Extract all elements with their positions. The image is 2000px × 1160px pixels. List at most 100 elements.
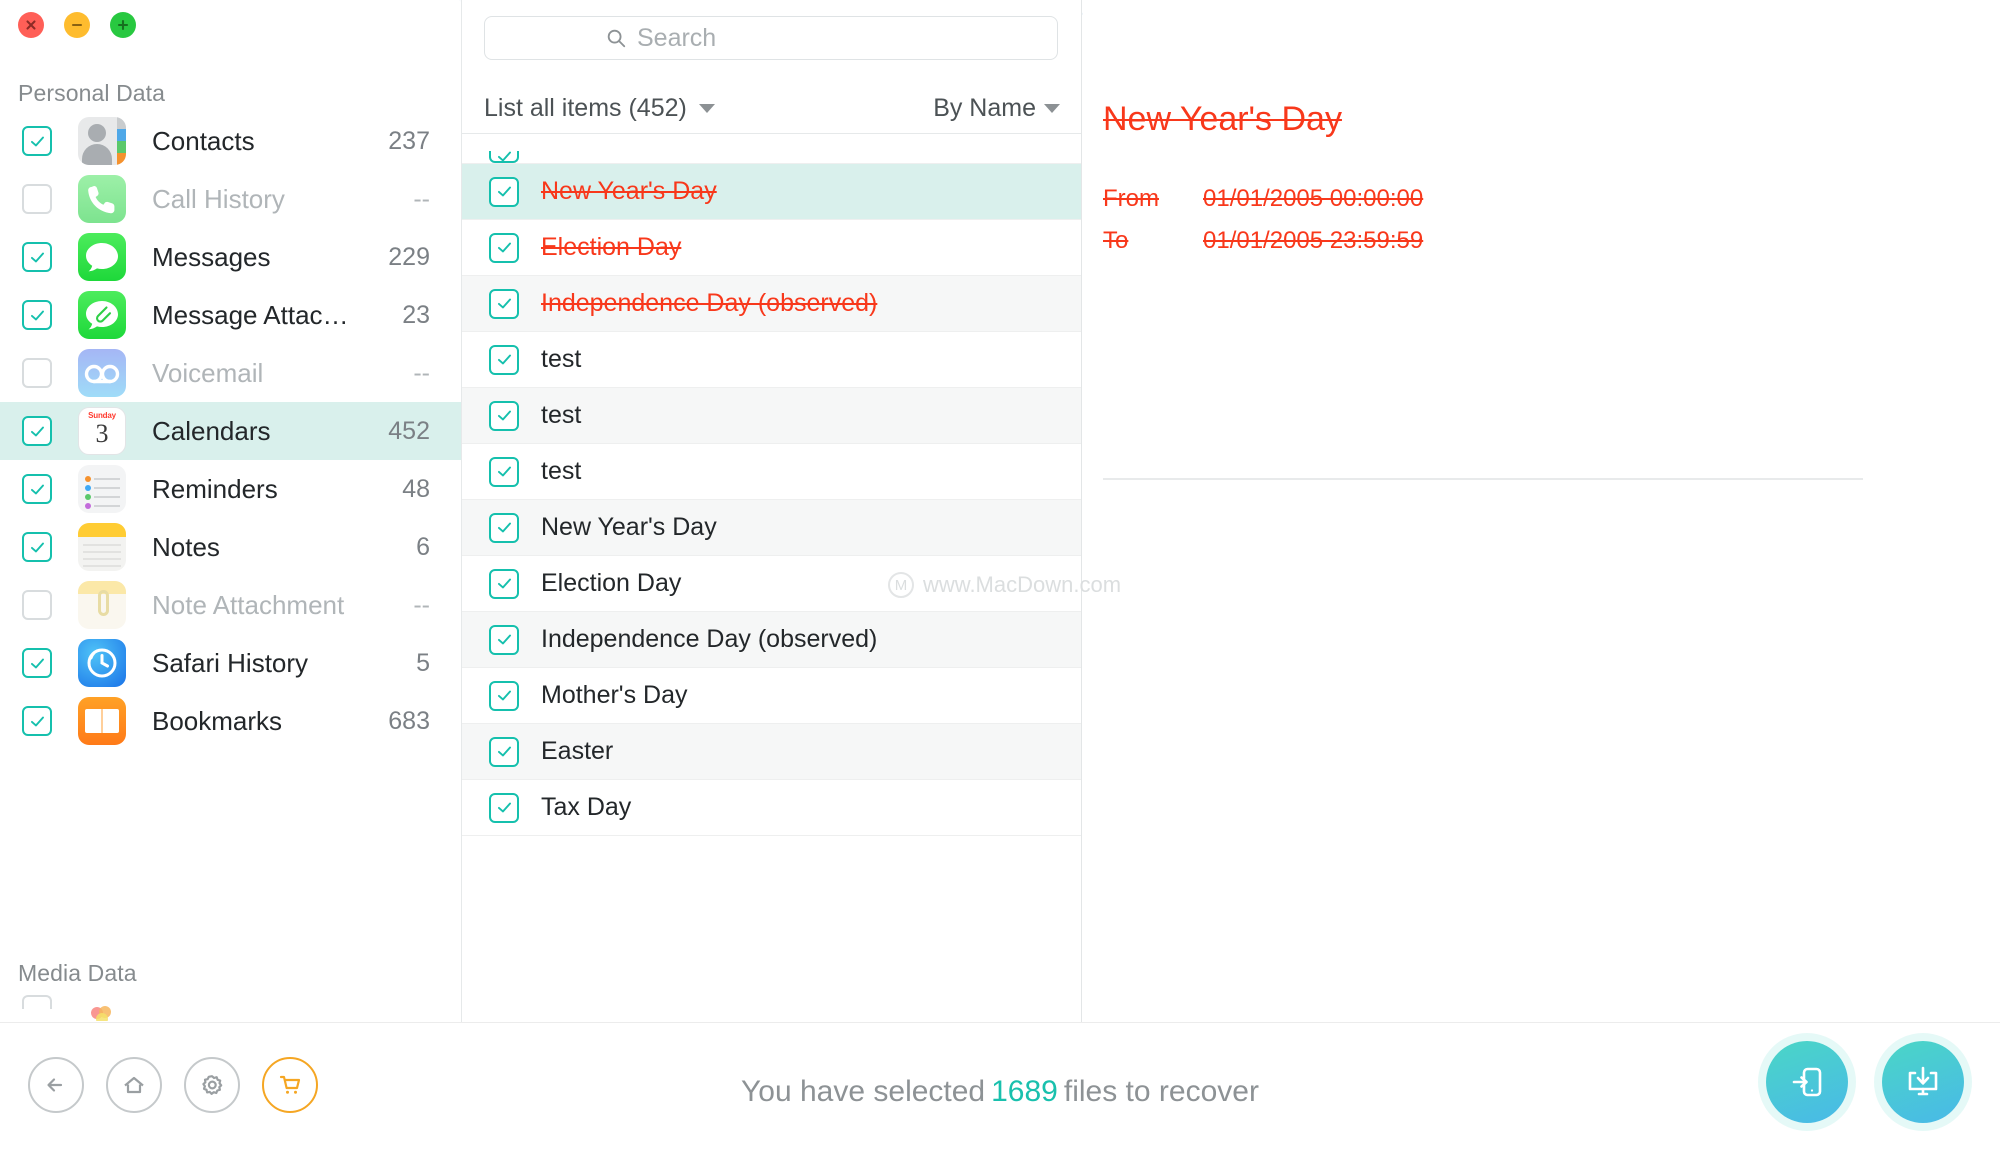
search-box[interactable] (484, 16, 1058, 60)
cart-button[interactable] (262, 1057, 318, 1113)
checkbox[interactable] (489, 680, 519, 711)
checkbox[interactable] (22, 648, 52, 678)
list-item[interactable]: Election Day (462, 220, 1081, 276)
recover-to-device-button[interactable] (1766, 1041, 1848, 1123)
checkbox[interactable] (489, 232, 519, 263)
sidebar-item-count: 452 (388, 416, 430, 445)
checkbox[interactable] (22, 184, 52, 214)
detail-field-row: From 01/01/2005 00:00:00 (1103, 178, 1843, 220)
recover-to-computer-button[interactable] (1882, 1041, 1964, 1123)
list-item-label: Tax Day (541, 793, 632, 821)
sidebar-item-messages[interactable]: Messages 229 (0, 228, 461, 286)
list-filter-dropdown[interactable]: List all items (452) (484, 94, 715, 123)
sidebar-item-count: -- (413, 358, 430, 387)
list-item[interactable]: New Year's Day (462, 500, 1081, 556)
contacts-icon (78, 117, 126, 165)
list-item[interactable]: New Year's Day (462, 164, 1081, 220)
list-item[interactable]: Election Day (462, 556, 1081, 612)
checkbox[interactable] (22, 126, 52, 156)
sidebar-item-bookmarks[interactable]: Bookmarks 683 (0, 692, 461, 750)
items-list: New Year's Day Election Day Independence D… (462, 134, 1081, 1022)
close-button[interactable] (18, 12, 44, 38)
list-item-label: Election Day (541, 233, 682, 261)
checkbox[interactable] (22, 416, 52, 446)
bottom-left-buttons (28, 1057, 318, 1113)
sidebar-item-label: Notes (152, 531, 220, 562)
items-panel: List all items (452) By Name New Year's … (462, 0, 1082, 1022)
sidebar-group-media-data: Media Data (18, 960, 137, 986)
list-item[interactable]: Independence Day (observed) (462, 612, 1081, 668)
list-item[interactable]: test (462, 444, 1081, 500)
list-item[interactable]: Mother's Day (462, 668, 1081, 724)
checkbox[interactable] (22, 706, 52, 736)
back-button[interactable] (28, 1057, 84, 1113)
home-button[interactable] (106, 1057, 162, 1113)
sidebar-item-note-attachment[interactable]: Note Attachment -- (0, 576, 461, 634)
checkbox[interactable] (22, 358, 52, 388)
list-item[interactable] (462, 134, 1081, 164)
list-item-label: Mother's Day (541, 681, 688, 709)
sidebar-item-reminders[interactable]: Reminders 48 (0, 460, 461, 518)
sidebar-item-label: Message Attac… (152, 299, 349, 330)
sidebar-item-safari-history[interactable]: Safari History 5 (0, 634, 461, 692)
list-item-label: test (541, 345, 582, 373)
checkbox[interactable] (489, 792, 519, 823)
sidebar-item-notes[interactable]: Notes 6 (0, 518, 461, 576)
checkbox[interactable] (489, 151, 519, 163)
detail-field-value: 01/01/2005 23:59:59 (1203, 227, 1424, 254)
sidebar-item-label: Bookmarks (152, 705, 283, 736)
list-item[interactable]: Easter (462, 724, 1081, 780)
shopping-cart-icon (279, 1075, 301, 1094)
checkbox[interactable] (22, 474, 52, 504)
sidebar-item-count: 5 (416, 648, 430, 677)
checkbox[interactable] (489, 568, 519, 599)
list-item[interactable]: test (462, 332, 1081, 388)
items-panel-header: List all items (452) By Name (462, 0, 1081, 134)
sidebar-item-label: Reminders (152, 473, 278, 504)
checkbox[interactable] (489, 400, 519, 431)
checkbox[interactable] (22, 300, 52, 330)
bookmarks-icon (78, 697, 126, 745)
bottom-toolbar: You have selected 1689 files to recover (0, 1022, 2000, 1160)
status-count: 1689 (991, 1075, 1058, 1108)
sidebar-item-contacts[interactable]: Contacts 237 (0, 112, 461, 170)
list-item-label: Election Day (541, 569, 682, 597)
list-item[interactable]: Independence Day (observed) (462, 276, 1081, 332)
list-item-label: Independence Day (observed) (541, 625, 878, 653)
checkbox[interactable] (489, 456, 519, 487)
list-item[interactable]: test (462, 388, 1081, 444)
checkbox[interactable] (22, 532, 52, 562)
checkbox[interactable] (489, 736, 519, 767)
search-icon (607, 29, 626, 48)
checkbox[interactable] (489, 512, 519, 543)
detail-divider (1103, 478, 1863, 480)
checkbox[interactable] (489, 624, 519, 655)
list-item[interactable]: Tax Day (462, 780, 1081, 836)
photos-icon (78, 995, 126, 1021)
list-item-label: test (541, 401, 582, 429)
checkbox[interactable] (22, 995, 52, 1009)
note-attachment-icon (78, 581, 126, 629)
sidebar-item-photos[interactable] (0, 995, 461, 1022)
search-input[interactable] (637, 23, 937, 53)
reminders-icon (78, 465, 126, 513)
settings-button[interactable] (184, 1057, 240, 1113)
sidebar-item-voicemail[interactable]: Voicemail -- (0, 344, 461, 402)
sidebar-item-call-history[interactable]: Call History -- (0, 170, 461, 228)
recover-to-device-icon (1792, 1067, 1822, 1097)
checkbox[interactable] (22, 242, 52, 272)
recover-actions (1766, 1041, 1964, 1123)
sidebar-item-message-attac[interactable]: Message Attac… 23 (0, 286, 461, 344)
maximize-button[interactable] (110, 12, 136, 38)
checkbox[interactable] (22, 590, 52, 620)
minimize-button[interactable] (64, 12, 90, 38)
checkbox[interactable] (489, 288, 519, 319)
sort-dropdown[interactable]: By Name (933, 94, 1060, 123)
checkbox[interactable] (489, 344, 519, 375)
checkbox[interactable] (489, 176, 519, 207)
sidebar: Personal Data Media Data Contacts 237 Call… (0, 0, 462, 1022)
gear-icon (202, 1075, 223, 1095)
sidebar-item-calendars[interactable]: Sunday 3 Calendars 452 (0, 402, 461, 460)
sidebar-item-label: Calendars (152, 415, 271, 446)
sidebar-item-label: Safari History (152, 647, 309, 678)
